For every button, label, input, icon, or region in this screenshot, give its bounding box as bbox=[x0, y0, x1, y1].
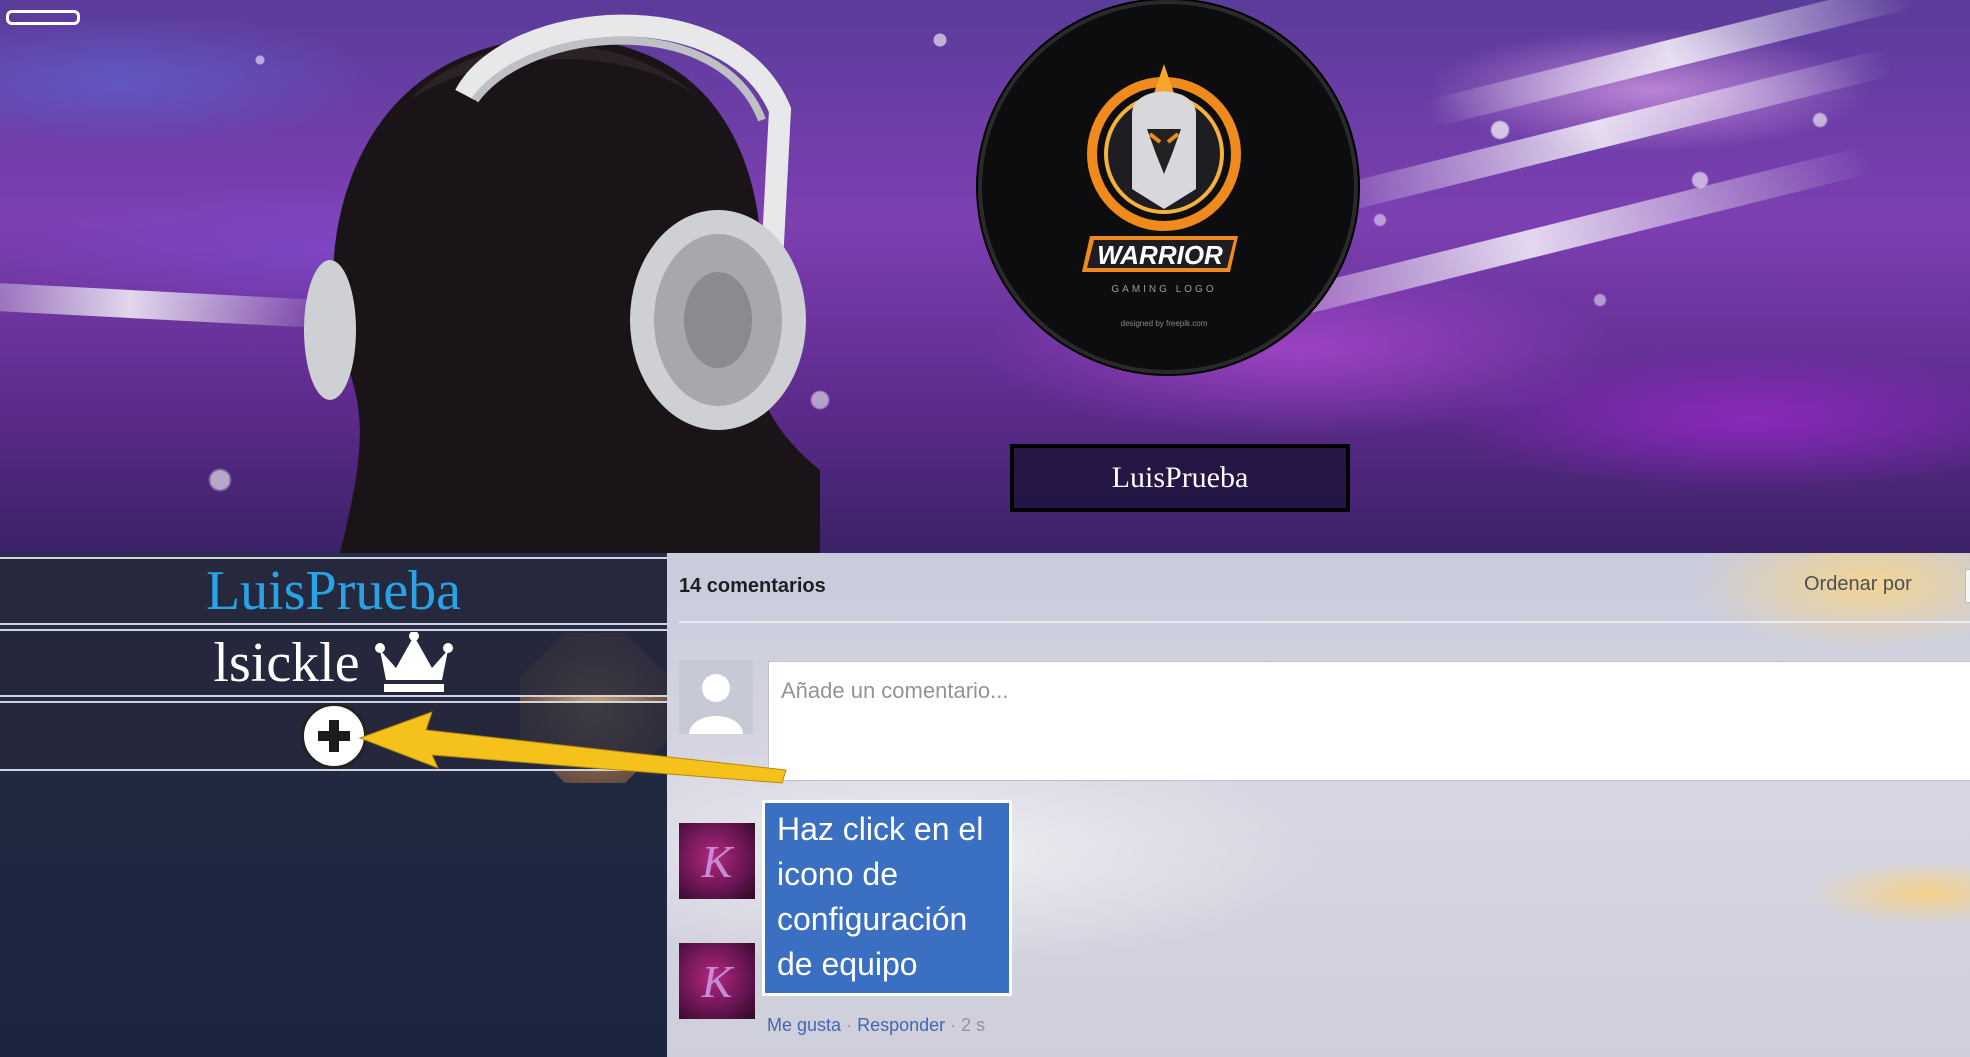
team-sidebar: LuisPrueba lsickle bbox=[0, 553, 667, 1057]
commenter-avatar: K bbox=[679, 823, 755, 899]
banner-team-name: LuisPrueba bbox=[1010, 444, 1350, 512]
light-stripe bbox=[0, 279, 341, 329]
sort-select[interactable]: Lo bbox=[1965, 569, 1970, 603]
crown-icon bbox=[374, 632, 453, 692]
separator: · bbox=[846, 1015, 853, 1035]
reply-link[interactable]: Responder bbox=[857, 1015, 945, 1035]
leader-username-wrap: lsickle bbox=[213, 631, 453, 695]
team-name-row: LuisPrueba bbox=[0, 557, 667, 625]
leader-username: lsickle bbox=[213, 632, 360, 694]
tutorial-callout: Haz click en el icono de configuración d… bbox=[762, 800, 1012, 996]
profile-banner: WARRIOR GAMING LOGO designed by freepik.… bbox=[0, 0, 1970, 553]
hamburger-menu-button[interactable] bbox=[6, 10, 80, 25]
comment-time: 2 s bbox=[961, 1015, 986, 1035]
current-user-avatar bbox=[679, 660, 753, 734]
warrior-logo-icon: WARRIOR GAMING LOGO designed by freepik.… bbox=[1082, 64, 1241, 328]
comment-input[interactable]: Añade un comentario... bbox=[768, 661, 1970, 781]
comment-count: 14 comentarios bbox=[679, 575, 826, 597]
team-settings-button[interactable] bbox=[300, 703, 367, 769]
commenter-avatar: K bbox=[679, 943, 755, 1019]
team-leader-row: lsickle bbox=[0, 629, 667, 697]
gamer-silhouette bbox=[304, 14, 820, 553]
team-logo: WARRIOR GAMING LOGO designed by freepik.… bbox=[978, 0, 1358, 374]
logo-wordmark: WARRIOR bbox=[1097, 240, 1223, 270]
logo-subtext: GAMING LOGO bbox=[1111, 284, 1216, 295]
team-settings-row bbox=[0, 701, 667, 771]
like-link[interactable]: Me gusta bbox=[767, 1015, 841, 1035]
plus-icon bbox=[317, 720, 350, 752]
default-user-icon bbox=[689, 674, 743, 734]
comments-divider bbox=[679, 621, 1970, 623]
team-name: LuisPrueba bbox=[205, 560, 462, 622]
sort-label: Ordenar por bbox=[1804, 573, 1912, 595]
logo-credit: designed by freepik.com bbox=[1121, 319, 1208, 328]
separator: · bbox=[950, 1015, 957, 1035]
comment-actions: Me gusta · Responder · 2 s bbox=[767, 1015, 985, 1036]
